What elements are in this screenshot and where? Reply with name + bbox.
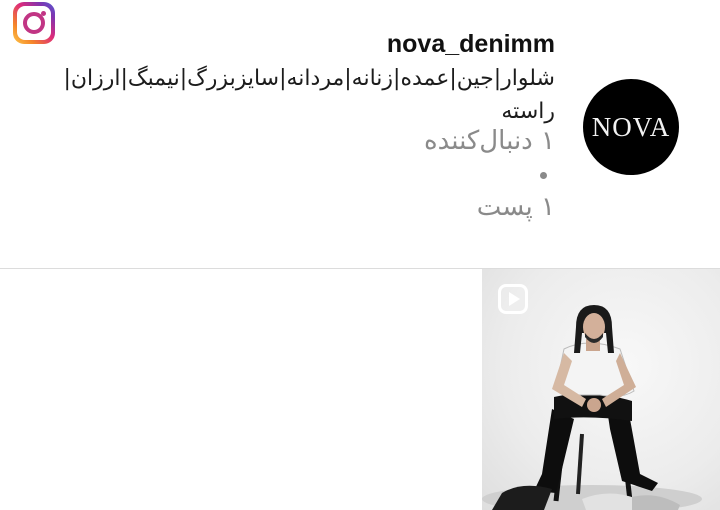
separator-dot — [540, 172, 547, 179]
avatar-logo-text: NOVA — [591, 111, 671, 142]
followers-count[interactable]: ۱ دنبال‌کننده — [424, 126, 555, 156]
profile-username[interactable]: nova_denimm — [387, 30, 555, 59]
avatar[interactable]: NOVA — [583, 79, 679, 175]
profile-bio: شلوار|جین|عمده|زنانه|مردانه|سایزبزرگ|نیم… — [35, 62, 555, 128]
posts-count[interactable]: ۱ پست — [477, 192, 555, 222]
bio-line: راسته — [501, 99, 555, 124]
instagram-profile-page: nova_denimm شلوار|جین|عمده|زنانه|مردانه|… — [0, 0, 720, 510]
instagram-logo-icon[interactable] — [13, 2, 55, 44]
bio-line: شلوار|جین|عمده|زنانه|مردانه|سایزبزرگ|نیم… — [63, 66, 555, 91]
reel-play-icon — [498, 284, 528, 314]
post-thumbnail[interactable] — [482, 269, 720, 510]
